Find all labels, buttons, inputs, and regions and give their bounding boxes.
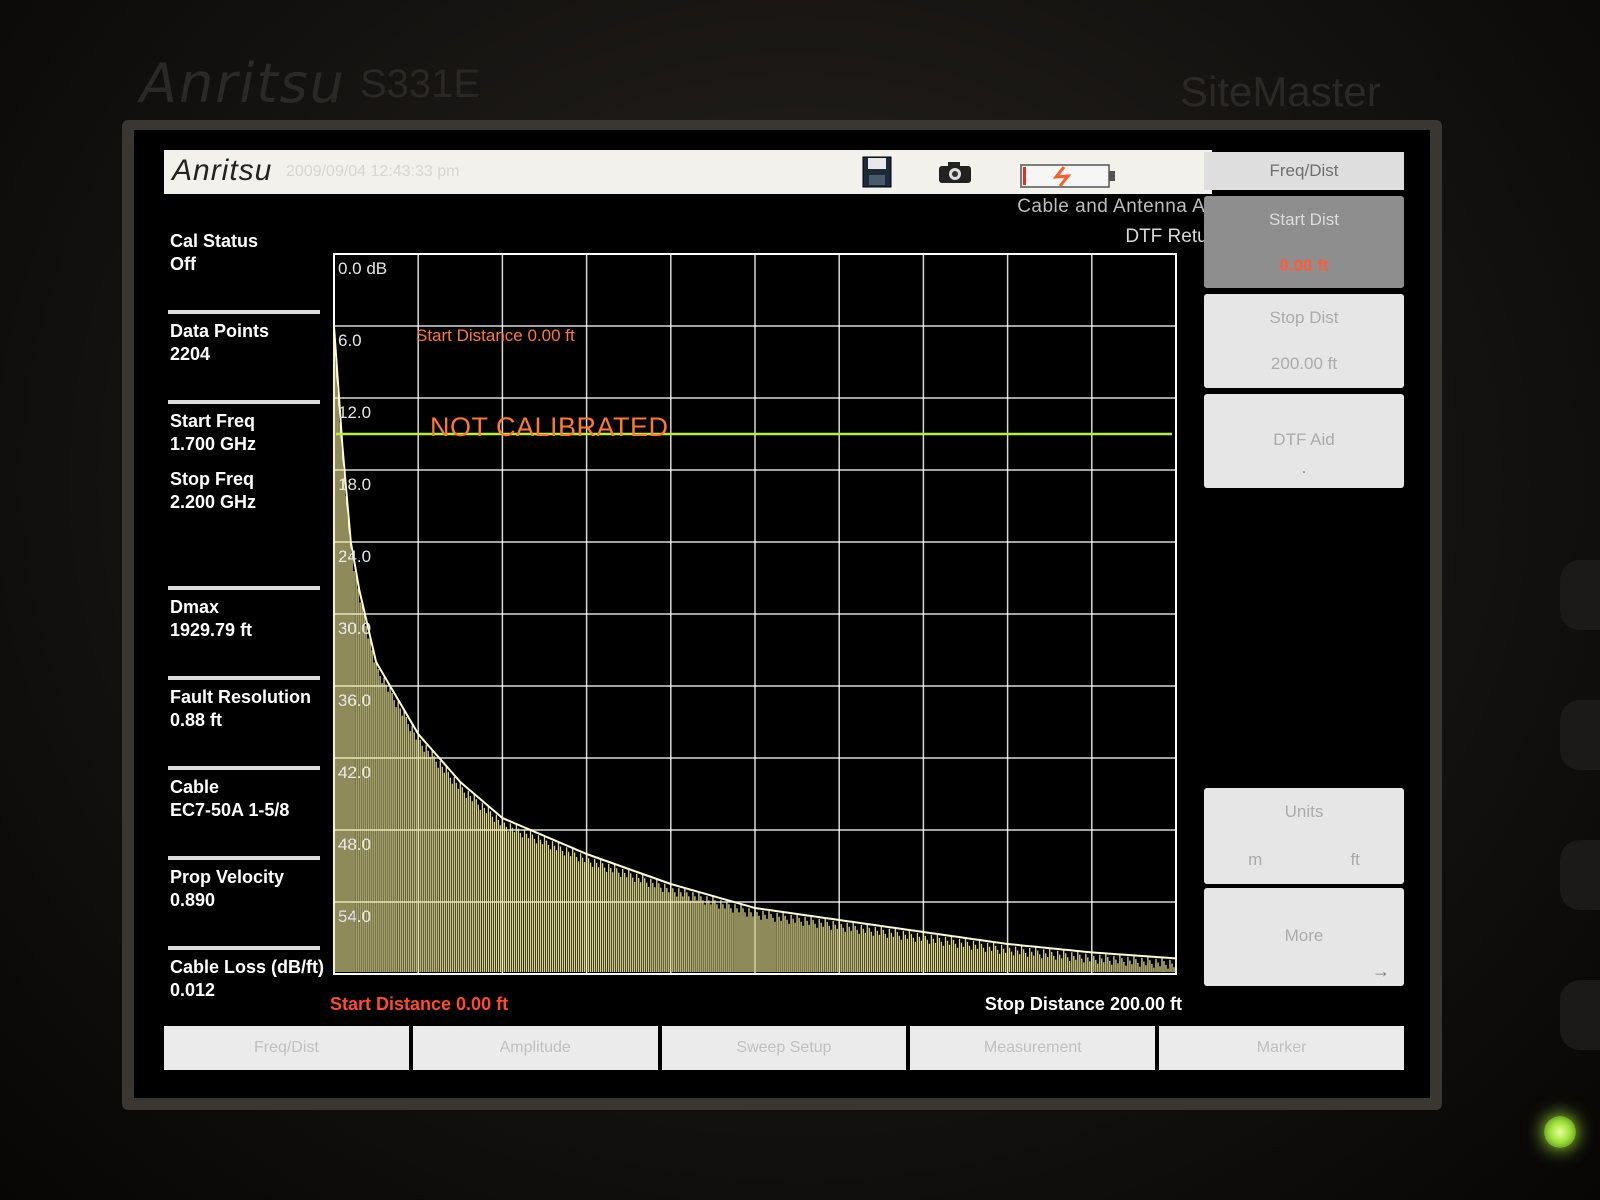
bottom-tab-bar: Freq/Dist Amplitude Sweep Setup Measurem… <box>164 1026 1404 1070</box>
y-tick-label: 42.0 <box>338 763 371 782</box>
side-knob[interactable] <box>1560 700 1600 770</box>
stop-distance-label: Stop Distance 200.00 ft <box>984 994 1182 1014</box>
tab-sweep-setup[interactable]: Sweep Setup <box>661 1026 907 1070</box>
y-tick-label: 6.0 <box>338 331 362 350</box>
not-calibrated-warning: NOT CALIBRATED <box>430 412 669 442</box>
stop-dist-title: Stop Dist <box>1269 308 1339 327</box>
units-title: Units <box>1284 802 1324 821</box>
stop-dist-button[interactable]: Stop Dist 200.00 ft <box>1204 294 1404 388</box>
y-tick-label: 18.0 <box>338 475 371 494</box>
menu-header: Freq/Dist <box>1204 152 1404 190</box>
model-label: S331E <box>360 62 481 106</box>
units-option-m: m <box>1248 850 1263 869</box>
dtf-aid-value: . <box>1301 458 1307 477</box>
instrument-screen: Anritsu 2009/09/04 12:43:33 pm Cable and… <box>134 130 1430 1098</box>
side-knob[interactable] <box>1560 980 1600 1050</box>
units-button[interactable]: Units m ft <box>1204 788 1404 884</box>
units-option-ft: ft <box>1350 850 1360 869</box>
y-tick-label: 0.0 dB <box>338 259 387 278</box>
start-dist-value: 0.00 ft <box>1279 256 1329 275</box>
dtf-aid-title: DTF Aid <box>1273 430 1335 449</box>
dtf-aid-button[interactable]: DTF Aid . <box>1204 394 1404 488</box>
stop-dist-value: 200.00 ft <box>1270 354 1338 373</box>
side-knob[interactable] <box>1560 560 1600 630</box>
tab-freq-dist[interactable]: Freq/Dist <box>164 1026 409 1070</box>
more-button[interactable]: More → <box>1204 888 1404 986</box>
tab-amplitude[interactable]: Amplitude <box>412 1026 658 1070</box>
brand-logo: Anritsu <box>140 52 346 115</box>
more-title: More <box>1284 926 1324 945</box>
tab-measurement[interactable]: Measurement <box>910 1026 1156 1070</box>
more-arrow-icon: → <box>1372 961 1390 981</box>
y-tick-label: 36.0 <box>338 691 371 710</box>
start-dist-button[interactable]: Start Dist 0.00 ft <box>1204 196 1404 288</box>
tab-marker[interactable]: Marker <box>1159 1026 1404 1070</box>
start-distance-label: Start Distance 0.00 ft <box>330 994 509 1014</box>
y-tick-label: 54.0 <box>338 907 371 926</box>
y-tick-label: 48.0 <box>338 835 371 854</box>
y-tick-label: 24.0 <box>338 547 371 566</box>
product-line-label: SiteMaster <box>1180 68 1381 115</box>
power-led-icon <box>1544 1116 1576 1148</box>
plot-start-distance: Start Distance 0.00 ft <box>416 326 575 345</box>
start-dist-title: Start Dist <box>1269 210 1339 229</box>
y-tick-label: 12.0 <box>338 403 371 422</box>
y-tick-label: 30.0 <box>338 619 371 638</box>
side-knob[interactable] <box>1560 840 1600 910</box>
